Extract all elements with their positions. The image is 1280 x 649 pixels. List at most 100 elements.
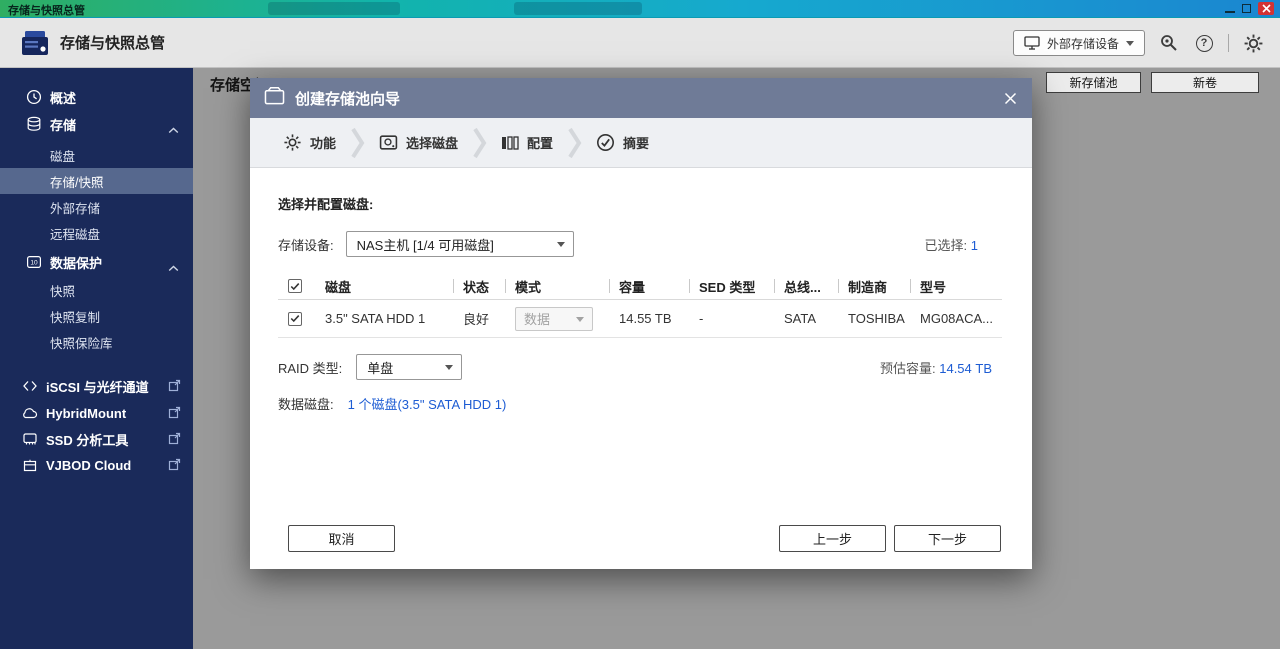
sidebar-item-label: 快照复制 (50, 310, 101, 325)
sidebar-item-snapshot[interactable]: 快照 (0, 277, 193, 303)
step-label: 配置 (527, 136, 554, 151)
step-function: 功能 (283, 133, 336, 152)
disk-mode-value: 数据 (524, 312, 551, 327)
data-protection-icon: 10 (25, 254, 42, 271)
new-volume-button[interactable]: 新卷 (1151, 72, 1259, 93)
section-title: 选择并配置磁盘: (278, 197, 374, 212)
create-storage-pool-wizard-dialog: 创建存储池向导 功能 选择磁盘 配置 摘要 选择并配置磁盘: 存储设备: NAS… (250, 78, 1032, 569)
data-disks-label: 数据磁盘: (278, 397, 334, 412)
check-icon (290, 315, 300, 323)
disk-select-checkbox[interactable] (288, 311, 302, 326)
sidebar-group-storage[interactable]: 存储 (0, 111, 193, 137)
sidebar-item-snapshot-vault[interactable]: 快照保险库 (0, 329, 193, 355)
disk-sed-type: - (699, 311, 704, 326)
help-icon[interactable] (1193, 32, 1215, 54)
disk-status: 良好 (463, 312, 490, 327)
storage-device-label: 存储设备: (278, 237, 334, 253)
column-header-mode: 模式 (505, 273, 609, 299)
external-link-icon (168, 458, 181, 476)
overview-clock-icon (25, 89, 42, 106)
check-icon (290, 282, 300, 290)
sidebar: 概述 存储 磁盘 存储/快照 外部存储 远程磁盘 10 数据保护 快照 快照复制… (0, 68, 193, 649)
taskbar-title: 存储与快照总管 (8, 5, 85, 17)
sidebar-item-snapshot-replica[interactable]: 快照复制 (0, 303, 193, 329)
cancel-button[interactable]: 取消 (288, 525, 395, 552)
dialog-body: 选择并配置磁盘: 存储设备: NAS主机 [1/4 可用磁盘] 已选择: 1 磁… (250, 194, 1032, 413)
selected-count-value: 1 (970, 237, 978, 253)
header-actions: 外部存储设备 (1012, 18, 1264, 68)
vjbod-cloud-icon (21, 457, 38, 474)
taskbar: 存储与快照总管 (0, 0, 1280, 18)
external-link-icon (168, 379, 181, 397)
next-button[interactable]: 下一步 (894, 525, 1001, 552)
sidebar-item-label: 快照 (50, 284, 76, 299)
desktop: 存储与快照总管 存储与快照总管 外部存储设备 ? 概述 存储 磁盘 存储/快照 … (0, 0, 1280, 649)
sidebar-item-label: 快照保险库 (50, 336, 113, 351)
external-storage-device-button[interactable]: 外部存储设备 (1012, 30, 1145, 56)
sidebar-item-label: VJBOD Cloud (46, 457, 132, 473)
disk-model: MG08ACA... (920, 311, 993, 326)
storage-pool-icon (264, 86, 285, 110)
step-summary: 摘要 (596, 133, 649, 152)
close-window-button[interactable] (1258, 2, 1274, 15)
taskbar-app-segment[interactable] (268, 2, 400, 15)
sidebar-item-storage-snapshots[interactable]: 存储/快照 (0, 168, 193, 194)
sidebar-item-label: SSD 分析工具 (46, 432, 129, 448)
column-header-model: 型号 (910, 273, 1002, 299)
column-header-disk: 磁盘 (325, 279, 352, 295)
step-separator-icon (567, 123, 582, 163)
taskbar-app-segment[interactable] (514, 2, 642, 15)
sidebar-item-hybridmount[interactable]: HybridMount (0, 400, 193, 426)
settings-gear-icon[interactable] (1242, 32, 1264, 54)
sidebar-item-ssd-profiling[interactable]: SSD 分析工具 (0, 426, 193, 452)
storage-device-value: NAS主机 [1/4 可用磁盘] (356, 237, 494, 253)
column-header-manufacturer: 制造商 (838, 273, 910, 299)
external-link-icon (168, 406, 181, 424)
data-disks-link[interactable]: 1 个磁盘(3.5" SATA HDD 1) (348, 394, 507, 413)
sidebar-item-disks[interactable]: 磁盘 (0, 142, 193, 168)
new-storage-pool-button[interactable]: 新存储池 (1046, 72, 1141, 93)
storage-device-row: 存储设备: NAS主机 [1/4 可用磁盘] 已选择: 1 (278, 231, 1002, 257)
previous-button[interactable]: 上一步 (779, 525, 886, 552)
gear-icon (284, 134, 301, 151)
sidebar-item-label: 磁盘 (50, 149, 76, 164)
disk-mode-dropdown[interactable]: 数据 (515, 306, 593, 331)
hybridmount-cloud-icon (21, 405, 38, 422)
minimize-button[interactable] (1225, 11, 1235, 13)
app-title: 存储与快照总管 (60, 35, 166, 52)
ssd-icon (21, 431, 38, 448)
step-label: 功能 (310, 136, 337, 151)
hard-disk-icon (379, 135, 398, 150)
external-link-icon (168, 432, 181, 450)
step-separator-icon (472, 123, 487, 163)
sidebar-item-remote-disk[interactable]: 远程磁盘 (0, 220, 193, 246)
maximize-button[interactable] (1242, 4, 1251, 13)
sidebar-item-vjbod-cloud[interactable]: VJBOD Cloud (0, 452, 193, 478)
disk-bus: SATA (784, 311, 817, 326)
chevron-up-icon (168, 259, 179, 277)
check-circle-icon (597, 134, 615, 151)
raid-type-dropdown[interactable]: 单盘 (356, 354, 463, 380)
storage-device-dropdown[interactable]: NAS主机 [1/4 可用磁盘] (345, 231, 574, 257)
step-configure: 配置 (501, 133, 553, 152)
sidebar-group-data-protection[interactable]: 10 数据保护 (0, 249, 193, 275)
step-label: 选择磁盘 (406, 136, 459, 151)
column-header-status: 状态 (453, 273, 505, 299)
step-label: 摘要 (623, 136, 650, 151)
disk-table-row: 3.5" SATA HDD 1 良好 数据 14.55 TB - SATA TO… (278, 300, 1002, 338)
sidebar-item-overview[interactable]: 概述 (0, 84, 193, 110)
disk-manufacturer: TOSHIBA (848, 311, 905, 326)
sidebar-item-iscsi[interactable]: iSCSI 与光纤通道 (0, 373, 193, 399)
select-all-checkbox[interactable] (288, 279, 302, 293)
disk-table-header: 磁盘 状态 模式 容量 SED 类型 总线... 制造商 型号 (278, 273, 1002, 300)
sidebar-item-external-storage[interactable]: 外部存储 (0, 194, 193, 220)
disk-capacity: 14.55 TB (619, 311, 672, 326)
close-dialog-button[interactable] (998, 86, 1022, 110)
chevron-down-icon (576, 316, 584, 322)
chevron-up-icon (168, 121, 179, 139)
selected-count: 已选择: 1 (924, 237, 978, 253)
storage-snapshots-app-icon (20, 28, 50, 58)
diagnostics-icon[interactable] (1158, 32, 1180, 54)
step-select-disks: 选择磁盘 (379, 133, 458, 152)
wizard-steps: 功能 选择磁盘 配置 摘要 (250, 118, 1032, 168)
